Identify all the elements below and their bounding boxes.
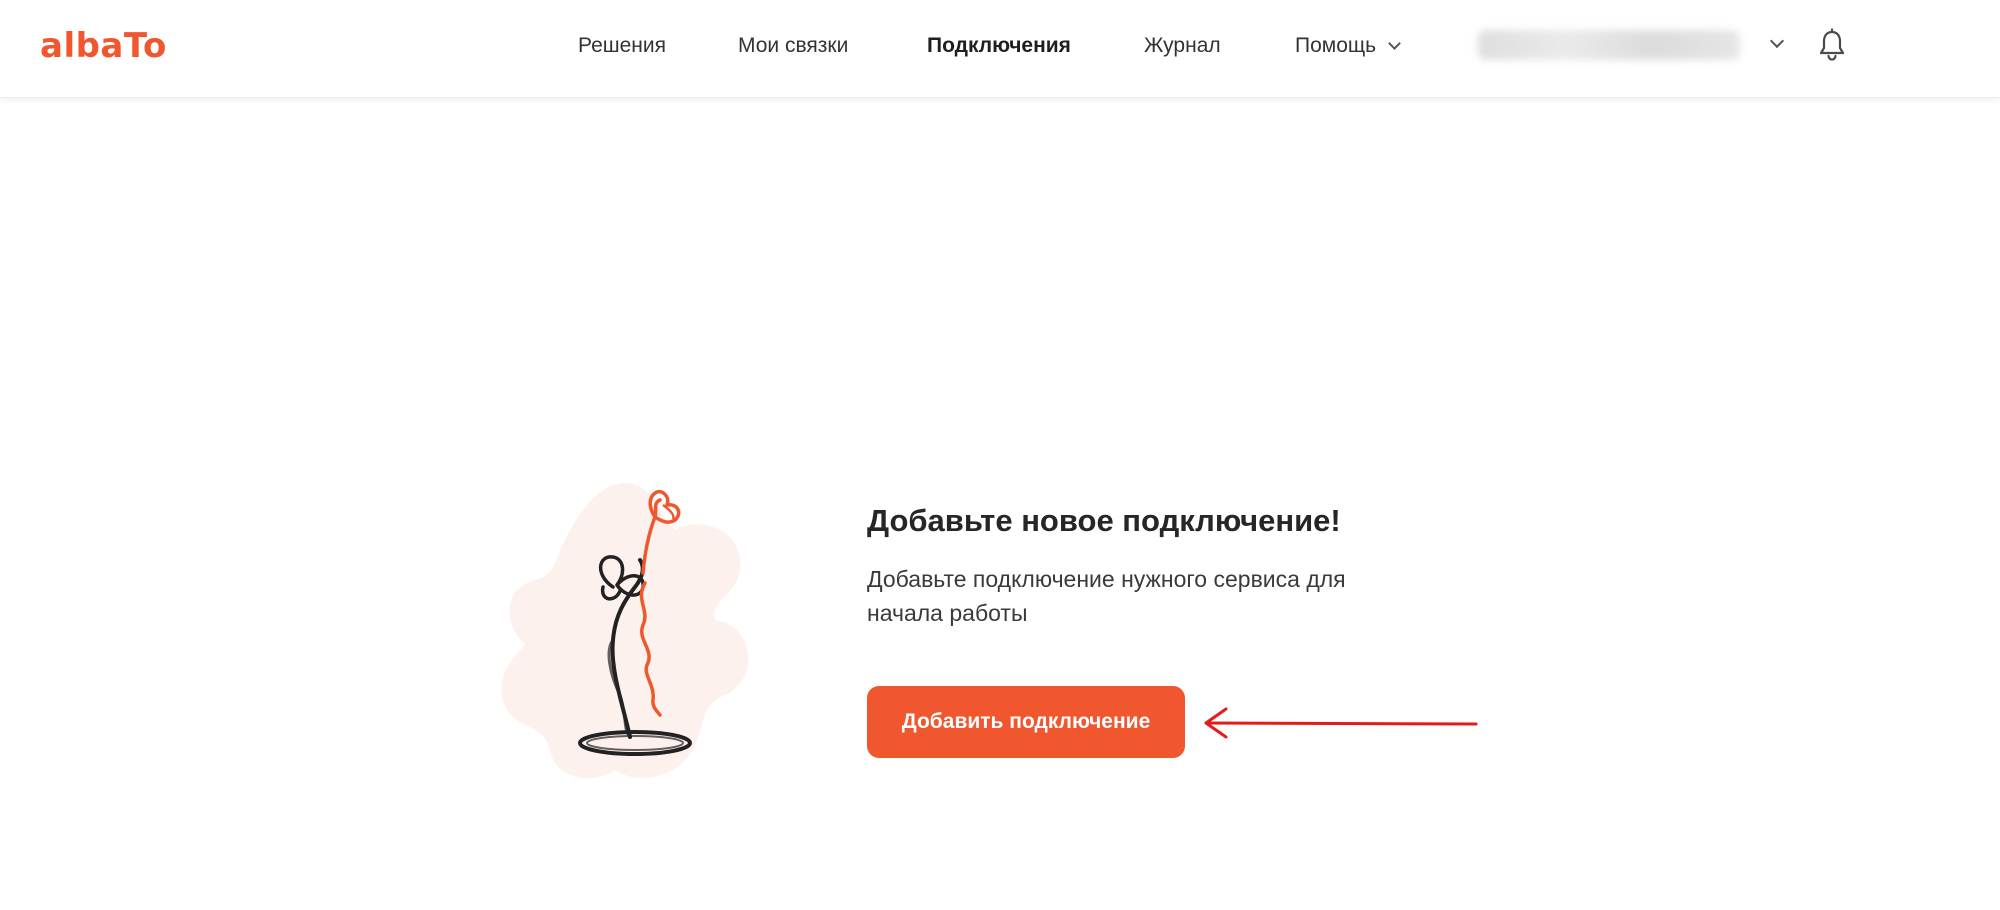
add-connection-button[interactable]: Добавить подключение [867,686,1185,758]
empty-state-title: Добавьте новое подключение! [867,503,1341,538]
empty-state-content: Добавьте новое подключение! Добавьте под… [867,500,1427,630]
red-arrow-annotation [1204,707,1478,739]
nav-item-my-links[interactable]: Мои связки [738,34,848,58]
nav-item-journal[interactable]: Журнал [1144,34,1221,58]
nav-item-help[interactable]: Помощь [1295,34,1401,58]
nav-item-help-label: Помощь [1295,34,1377,57]
nav-item-connections[interactable]: Подключения [927,34,1071,58]
top-header: albaTo Решения Мои связки Подключения Жу… [0,0,2000,98]
flower-illustration [501,483,749,779]
account-email-blurred[interactable] [1478,30,1740,60]
empty-state-description: Добавьте подключение нужного сервиса для… [867,566,1346,626]
chevron-down-icon [1388,37,1401,50]
bell-icon[interactable] [1818,28,1846,62]
nav-item-solutions[interactable]: Решения [578,34,666,58]
